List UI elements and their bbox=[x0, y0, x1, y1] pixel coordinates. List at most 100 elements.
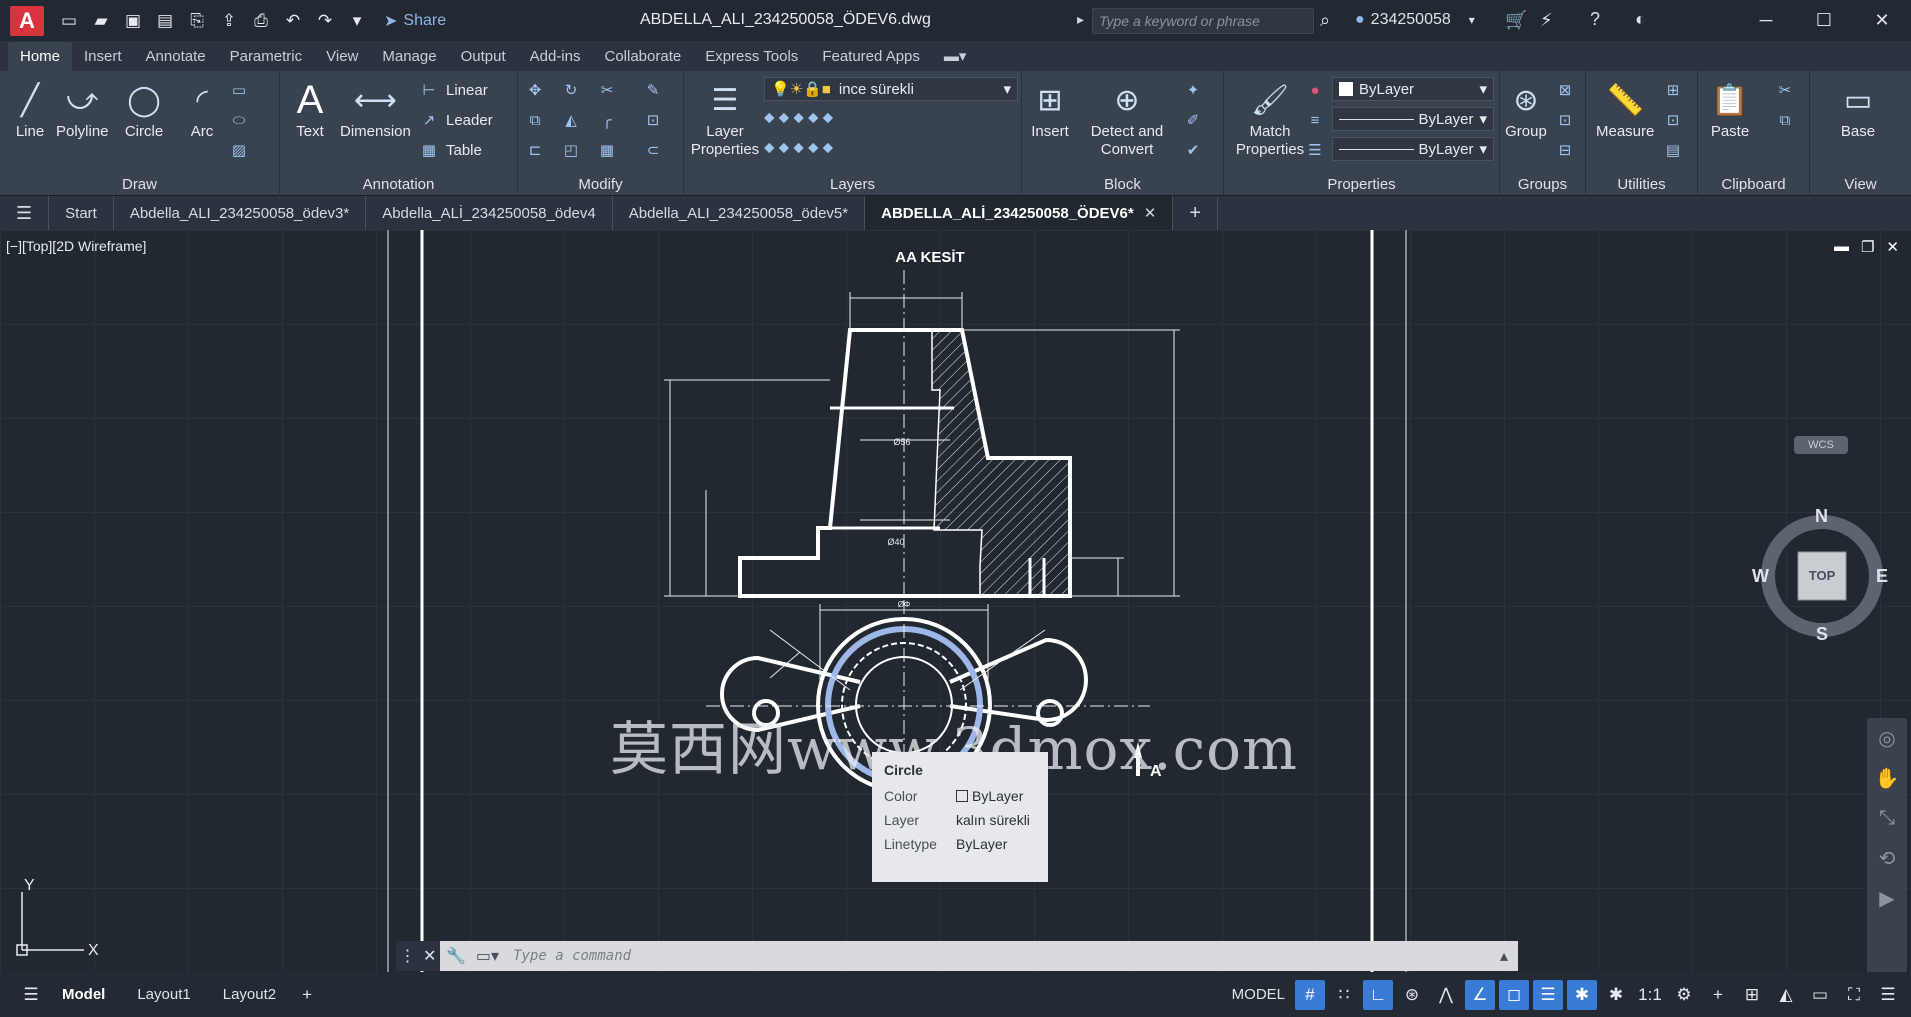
workspace-gear-icon[interactable]: ⚙ bbox=[1669, 980, 1699, 1010]
orbit-icon[interactable]: ⟲ bbox=[1867, 838, 1907, 878]
search-expand-icon[interactable]: ▸ bbox=[1077, 11, 1084, 28]
lineweight-toggle-icon[interactable]: ☰ bbox=[1533, 979, 1563, 1010]
tab-layout1[interactable]: Layout1 bbox=[121, 986, 206, 1003]
polar-icon[interactable]: ⊛ bbox=[1397, 980, 1427, 1010]
search-input[interactable]: Type a keyword or phrase bbox=[1092, 8, 1314, 34]
hardware-acceleration-icon[interactable]: ▭ bbox=[1805, 980, 1835, 1010]
layer-tools-row-2[interactable]: ⬥ ⬥ ⬥ ⬥ ⬥ bbox=[764, 139, 833, 156]
publish-icon[interactable]: ⇪ bbox=[218, 10, 240, 32]
tab-manage[interactable]: Manage bbox=[370, 42, 448, 71]
pan-icon[interactable]: ✋ bbox=[1867, 758, 1907, 798]
tab-parametric[interactable]: Parametric bbox=[218, 42, 315, 71]
command-expand-icon[interactable]: ▴ bbox=[1500, 946, 1508, 966]
hatch-button[interactable]: ▨ bbox=[228, 139, 250, 161]
tab-express-tools[interactable]: Express Tools bbox=[693, 42, 810, 71]
trim-button[interactable]: ✂ bbox=[596, 79, 618, 101]
feedback-icon[interactable]: ◐ bbox=[1635, 9, 1646, 30]
layout-menu-icon[interactable]: ☰ bbox=[16, 980, 46, 1010]
layer-tools-row-1[interactable]: ⬥ ⬥ ⬥ ⬥ ⬥ bbox=[764, 109, 833, 126]
command-close-icon[interactable]: ✕ bbox=[423, 946, 436, 966]
autocad-logo[interactable]: A bbox=[10, 5, 44, 36]
command-line-handle[interactable]: ⋮ ✕ bbox=[396, 941, 440, 971]
leader-button[interactable]: ↗ Leader bbox=[418, 109, 493, 131]
wrench-icon[interactable]: 🔧 bbox=[446, 946, 466, 966]
autodesk-app-icon[interactable]: ⚡ bbox=[1540, 10, 1553, 31]
compass-east[interactable]: E bbox=[1876, 566, 1888, 587]
ellipse-button[interactable]: ⬭ bbox=[228, 109, 250, 131]
panel-title-modify[interactable]: Modify bbox=[518, 174, 683, 196]
tab-layout2[interactable]: Layout2 bbox=[207, 986, 292, 1003]
isodraft-icon[interactable]: ⋀ bbox=[1431, 980, 1461, 1010]
tab-home[interactable]: Home bbox=[8, 42, 73, 71]
tab-output[interactable]: Output bbox=[449, 42, 518, 71]
erase-button[interactable]: ✎ bbox=[642, 79, 664, 101]
user-account[interactable]: ● 234250058 ▾ bbox=[1355, 11, 1475, 29]
annotation-visibility-icon[interactable]: ✱ bbox=[1567, 979, 1597, 1010]
fillet-button[interactable]: ╭ bbox=[596, 109, 618, 131]
doc-tab-odev5[interactable]: Abdella_ALI_234250058_ödev5* bbox=[613, 196, 866, 230]
ortho-icon[interactable]: ∟ bbox=[1363, 979, 1393, 1010]
ribbon-options-icon[interactable]: ▬▾ bbox=[932, 41, 979, 71]
tab-insert[interactable]: Insert bbox=[72, 42, 134, 71]
color-dropdown[interactable]: ByLayer ▾ bbox=[1332, 77, 1494, 101]
export-icon[interactable]: ⎘ bbox=[186, 10, 208, 32]
detect-convert-button[interactable]: ⊕ Detect and Convert bbox=[1082, 77, 1172, 159]
steering-wheel-icon[interactable]: ◎ bbox=[1867, 718, 1907, 758]
panel-title-clipboard[interactable]: Clipboard bbox=[1698, 174, 1809, 196]
quick-select-button[interactable]: ⊞ bbox=[1662, 79, 1684, 101]
linear-button[interactable]: ⊢ Linear bbox=[418, 79, 487, 101]
app-menu-icon[interactable]: ☰ bbox=[0, 196, 50, 230]
group-select-button[interactable]: ⊟ bbox=[1554, 139, 1576, 161]
panel-title-layers[interactable]: Layers bbox=[684, 174, 1021, 196]
undo-icon[interactable]: ↶ bbox=[282, 10, 304, 32]
circle-button[interactable]: ◯ Circle bbox=[122, 77, 166, 141]
tab-model[interactable]: Model bbox=[46, 986, 121, 1003]
drag-handle-icon[interactable]: ⋮ bbox=[400, 946, 416, 966]
panel-title-groups[interactable]: Groups bbox=[1500, 174, 1585, 196]
doc-tab-odev3[interactable]: Abdella_ALI_234250058_ödev3* bbox=[114, 196, 367, 230]
tab-annotate[interactable]: Annotate bbox=[134, 42, 218, 71]
stretch-button[interactable]: ⊏ bbox=[524, 139, 546, 161]
create-block-button[interactable]: ✦ bbox=[1182, 79, 1204, 101]
paste-button[interactable]: 📋 Paste bbox=[1708, 77, 1752, 141]
measure-button[interactable]: 📏 Measure bbox=[1596, 77, 1654, 141]
arc-button[interactable]: ◜ Arc bbox=[180, 77, 224, 141]
units-icon[interactable]: ⊞ bbox=[1737, 980, 1767, 1010]
tab-collaborate[interactable]: Collaborate bbox=[592, 42, 693, 71]
copy-button[interactable]: ⧉ bbox=[524, 109, 546, 131]
close-icon[interactable]: ✕ bbox=[1853, 0, 1911, 41]
customization-icon[interactable]: ☰ bbox=[1873, 980, 1903, 1010]
select-all-button[interactable]: ⊡ bbox=[1662, 109, 1684, 131]
panel-title-properties[interactable]: Properties bbox=[1224, 174, 1499, 196]
copy-clip-button[interactable]: ⧉ bbox=[1774, 109, 1796, 131]
cut-button[interactable]: ✂ bbox=[1774, 79, 1796, 101]
search-icon[interactable]: ⌕ bbox=[1320, 10, 1330, 31]
panel-title-annotation[interactable]: Annotation bbox=[280, 174, 517, 196]
print-icon[interactable]: ⎙ bbox=[250, 10, 272, 32]
new-file-icon[interactable]: ▭ bbox=[58, 10, 80, 32]
grid-icon[interactable]: # bbox=[1295, 979, 1325, 1010]
offset-button[interactable]: ⊂ bbox=[642, 139, 664, 161]
annotation-monitor-icon[interactable]: + bbox=[1703, 980, 1733, 1010]
showmotion-icon[interactable]: ▶ bbox=[1867, 878, 1907, 918]
tab-featured-apps[interactable]: Featured Apps bbox=[810, 42, 932, 71]
panel-title-view[interactable]: View bbox=[1810, 174, 1911, 196]
linetype-dropdown[interactable]: ByLayer ▾ bbox=[1332, 137, 1494, 161]
table-button[interactable]: ▦ Table bbox=[418, 139, 482, 161]
rotate-button[interactable]: ↻ bbox=[560, 79, 582, 101]
block-attributes-button[interactable]: ✔ bbox=[1182, 139, 1204, 161]
help-icon[interactable]: ? bbox=[1590, 9, 1600, 30]
command-line[interactable]: 🔧 ▭▾ Type a command ▴ bbox=[440, 941, 1518, 971]
command-history-icon[interactable]: ▭▾ bbox=[476, 946, 499, 966]
maximize-icon[interactable]: ☐ bbox=[1795, 0, 1853, 41]
rectangle-button[interactable]: ▭ bbox=[228, 79, 250, 101]
compass-south[interactable]: S bbox=[1816, 624, 1828, 645]
close-tab-icon[interactable]: ✕ bbox=[1144, 204, 1157, 222]
tab-view[interactable]: View bbox=[314, 42, 370, 71]
open-folder-icon[interactable]: ▰ bbox=[90, 10, 112, 32]
polyline-button[interactable]: ⤻ Polyline bbox=[56, 77, 109, 140]
edit-block-button[interactable]: ✐ bbox=[1182, 109, 1204, 131]
wcs-menu[interactable]: WCS bbox=[1794, 436, 1848, 454]
move-button[interactable]: ✥ bbox=[524, 79, 546, 101]
doc-tab-odev4[interactable]: Abdella_ALİ_234250058_ödev4 bbox=[366, 196, 613, 230]
